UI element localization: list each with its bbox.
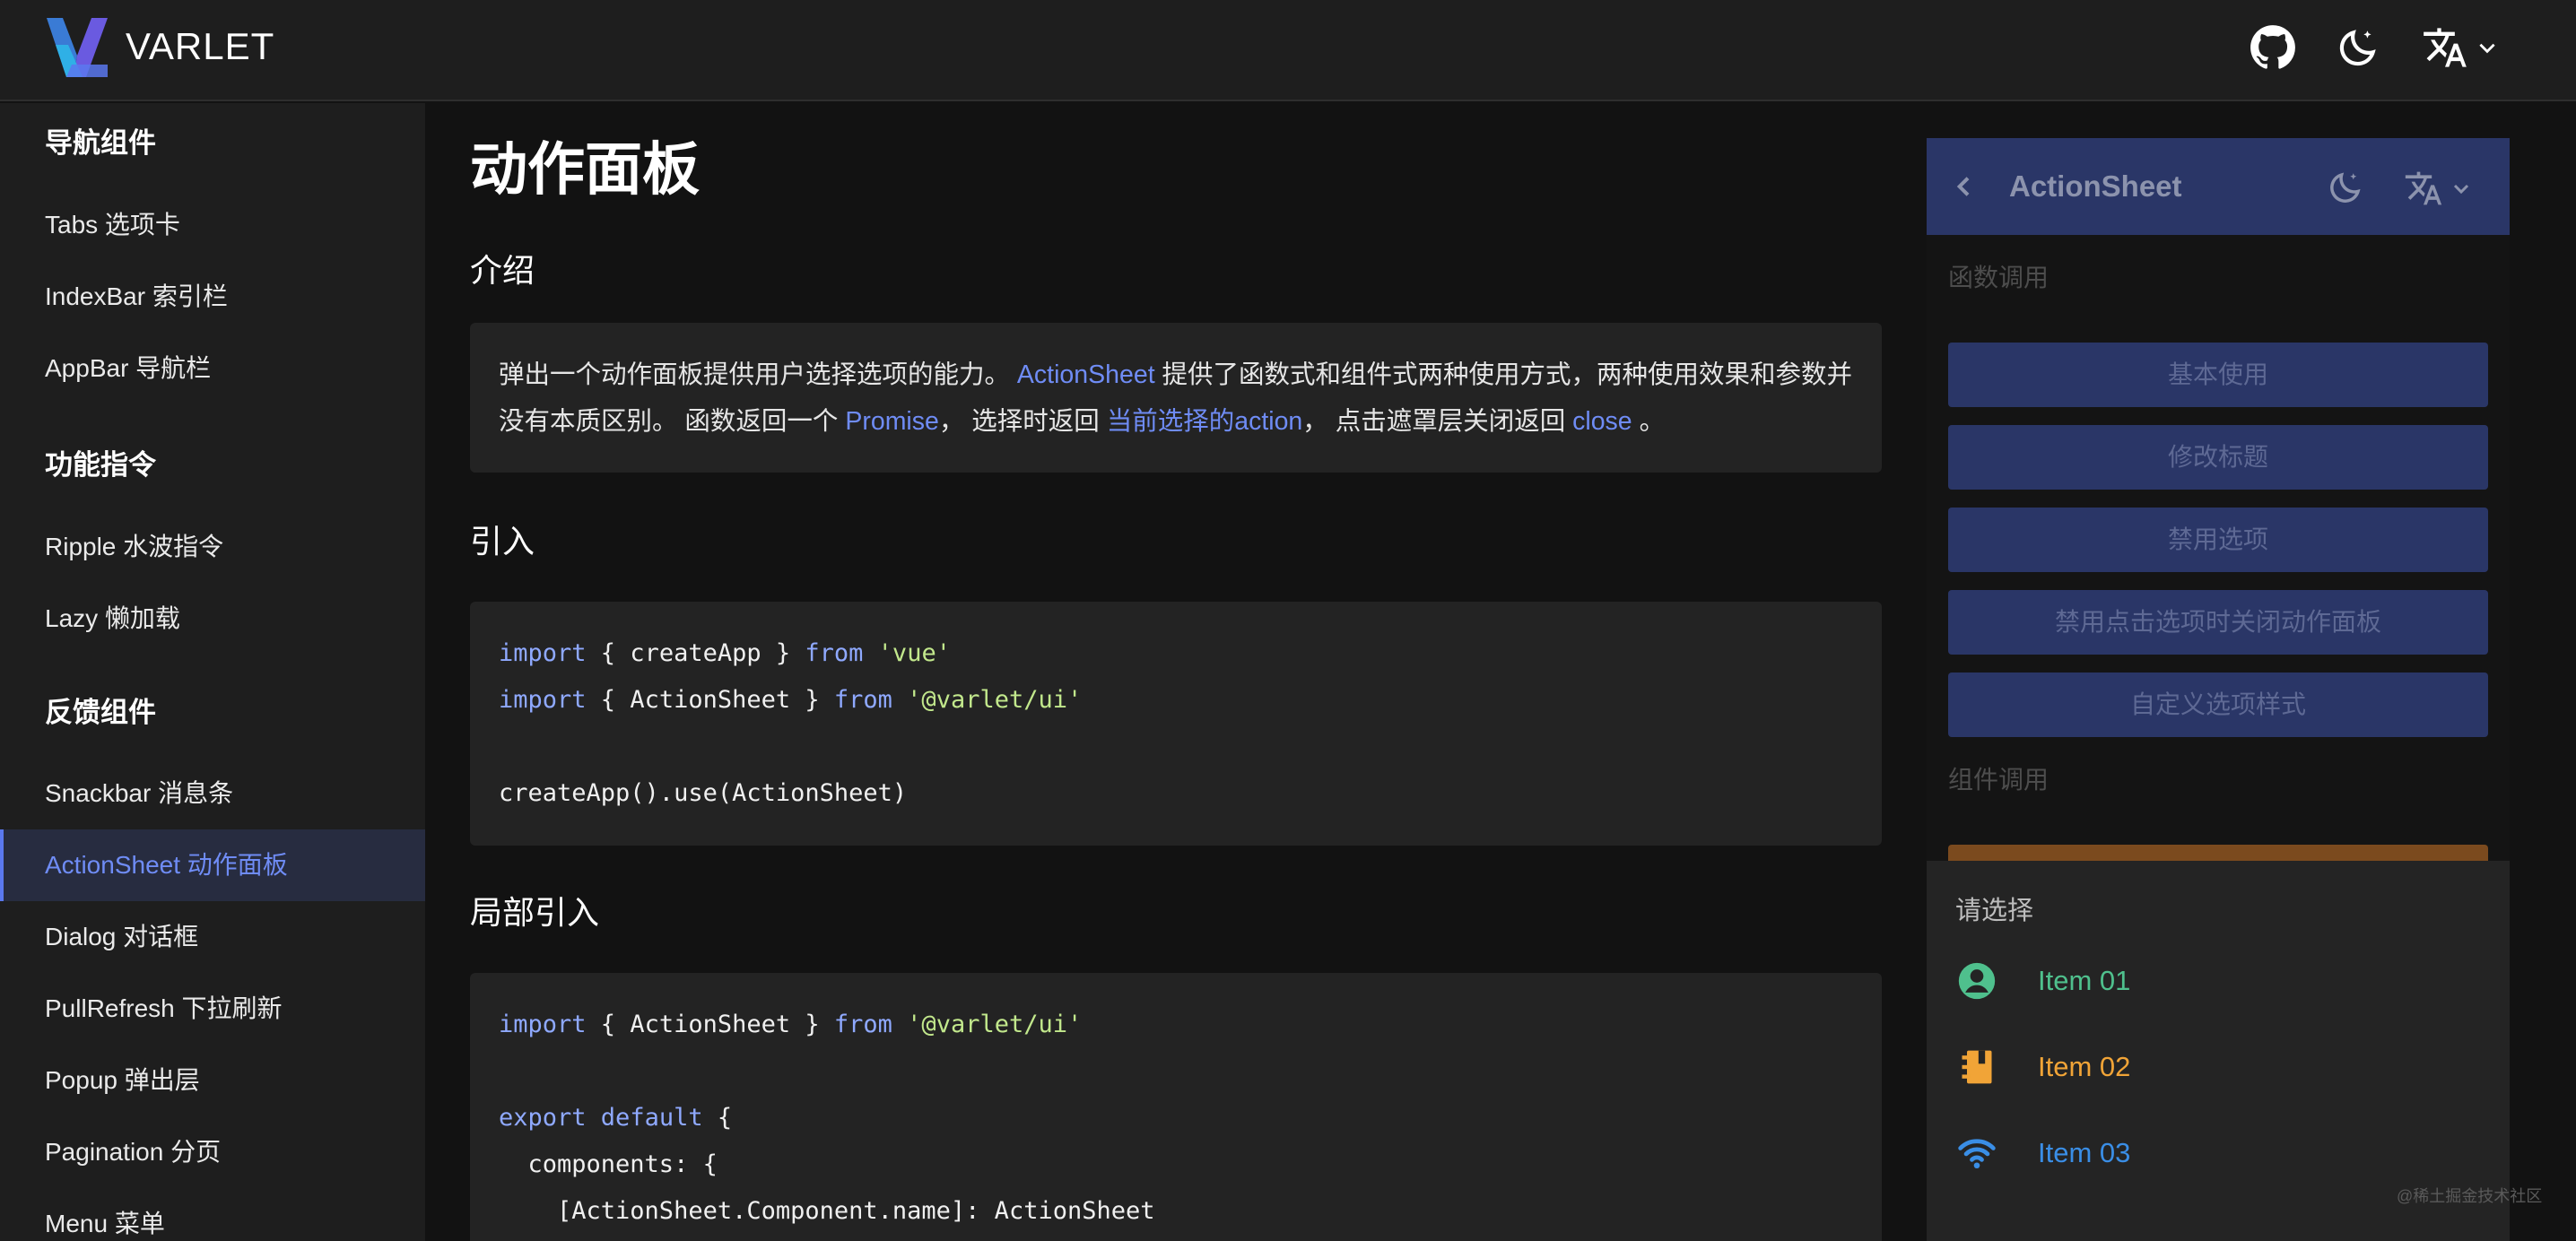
code-line: export default { xyxy=(499,1104,733,1132)
intro-text: 弹出一个动作面板提供用户选择选项的能力。 xyxy=(499,360,1017,389)
action-sheet-panel: 请选择 Item 01 Item 02 Item 03 xyxy=(1927,861,2510,1241)
sidebar-group-title: 反馈组件 xyxy=(45,697,156,728)
sidebar-item-popup[interactable]: Popup 弹出层 xyxy=(0,1045,425,1116)
chevron-down-icon[interactable] xyxy=(2476,36,2499,59)
sidebar-item-pullrefresh[interactable]: PullRefresh 下拉刷新 xyxy=(0,973,425,1045)
section-heading-intro: 介绍 xyxy=(470,252,535,289)
actionsheet-link[interactable]: ActionSheet xyxy=(1017,360,1155,389)
sidebar-item-dialog[interactable]: Dialog 对话框 xyxy=(0,901,425,973)
code-line: [ActionSheet.Component.name]: ActionShee… xyxy=(499,1197,1155,1225)
sidebar-item-lazy[interactable]: Lazy 懒加载 xyxy=(0,583,425,655)
section-heading-import: 引入 xyxy=(470,523,535,560)
wifi-icon xyxy=(1958,1139,1996,1169)
sidebar-item-actionsheet[interactable]: ActionSheet 动作面板 xyxy=(0,829,425,901)
code-line: import { createApp } from 'vue' xyxy=(499,639,951,667)
disable-close-on-click-button[interactable]: 禁用点击选项时关闭动作面板 xyxy=(1948,590,2488,655)
section-label: 函数调用 xyxy=(1948,264,2049,291)
phone-app-bar: ActionSheet xyxy=(1927,138,2510,235)
github-icon[interactable] xyxy=(2250,25,2296,70)
action-sheet-item[interactable]: Item 03 xyxy=(1927,1110,2510,1196)
code-block-local-import: import { ActionSheet } from '@varlet/ui'… xyxy=(470,973,1882,1241)
sidebar-nav: 导航组件 Tabs 选项卡 IndexBar 索引栏 AppBar 导航栏 功能… xyxy=(0,103,425,1241)
sidebar-item-snackbar[interactable]: Snackbar 消息条 xyxy=(0,758,425,829)
code-line: createApp().use(ActionSheet) xyxy=(499,779,908,807)
basic-usage-button[interactable]: 基本使用 xyxy=(1948,343,2488,407)
varlet-logo-icon[interactable] xyxy=(47,18,108,77)
sidebar-item-pagination[interactable]: Pagination 分页 xyxy=(0,1116,425,1188)
custom-option-style-button[interactable]: 自定义选项样式 xyxy=(1948,673,2488,737)
intro-text: ， 点击遮罩层关闭返回 xyxy=(1302,407,1573,436)
code-line: import { ActionSheet } from '@varlet/ui' xyxy=(499,1011,1083,1038)
mobile-preview: ActionSheet 函数调用 基本使用 修改标题 禁用选项 禁用点击选项时关… xyxy=(1927,138,2510,1241)
translate-icon[interactable] xyxy=(2404,169,2443,208)
main-content: 动作面板 介绍 弹出一个动作面板提供用户选择选项的能力。 ActionSheet… xyxy=(425,103,1905,1241)
code-line: components: { xyxy=(499,1150,718,1178)
modify-title-button[interactable]: 修改标题 xyxy=(1948,425,2488,490)
intro-card: 弹出一个动作面板提供用户选择选项的能力。 ActionSheet 提供了函数式和… xyxy=(470,323,1882,473)
action-sheet-item[interactable]: Item 01 xyxy=(1927,938,2510,1024)
section-heading-local-import: 局部引入 xyxy=(470,894,600,931)
moon-icon[interactable] xyxy=(2327,169,2364,206)
top-header: VARLET xyxy=(0,0,2576,101)
brand-name[interactable]: VARLET xyxy=(126,20,274,74)
account-circle-icon xyxy=(1958,962,1996,1000)
action-sheet-title: 请选择 xyxy=(1955,897,2034,925)
sidebar-item-menu[interactable]: Menu 菜单 xyxy=(0,1188,425,1241)
promise-link[interactable]: Promise xyxy=(845,407,939,436)
intro-text: ， 选择时返回 xyxy=(938,407,1107,436)
phone-app-title: ActionSheet xyxy=(2009,169,2182,203)
action-sheet-item[interactable]: Item 02 xyxy=(1927,1024,2510,1110)
sidebar-group-title: 功能指令 xyxy=(45,449,156,481)
sidebar-item-appbar[interactable]: AppBar 导航栏 xyxy=(0,333,425,404)
chevron-down-icon[interactable] xyxy=(2450,178,2472,199)
sidebar-item-indexbar[interactable]: IndexBar 索引栏 xyxy=(0,261,425,333)
sidebar-item-ripple[interactable]: Ripple 水波指令 xyxy=(0,511,425,583)
action-sheet-item-label: Item 02 xyxy=(2038,1051,2131,1082)
section-label: 组件调用 xyxy=(1948,766,2049,794)
notebook-icon xyxy=(1962,1050,1992,1084)
close-link[interactable]: close xyxy=(1572,407,1632,436)
translate-icon[interactable] xyxy=(2422,25,2468,70)
page-title: 动作面板 xyxy=(470,137,700,202)
action-sheet-item-label: Item 03 xyxy=(2038,1137,2131,1168)
intro-text: 。 xyxy=(1632,407,1666,436)
disable-option-button[interactable]: 禁用选项 xyxy=(1948,508,2488,572)
current-action-link[interactable]: 当前选择的action xyxy=(1107,407,1303,436)
code-block-import: import { createApp } from 'vue' import {… xyxy=(470,602,1882,846)
action-sheet-item-label: Item 01 xyxy=(2038,965,2131,996)
sidebar-group-title: 导航组件 xyxy=(45,127,156,159)
moon-icon[interactable] xyxy=(2336,25,2380,70)
code-line: import { ActionSheet } from '@varlet/ui' xyxy=(499,686,1083,714)
chevron-left-icon[interactable] xyxy=(1950,172,1979,201)
watermark: @稀土掘金技术社区 xyxy=(2397,1187,2543,1205)
sidebar-item-tabs[interactable]: Tabs 选项卡 xyxy=(0,189,425,261)
